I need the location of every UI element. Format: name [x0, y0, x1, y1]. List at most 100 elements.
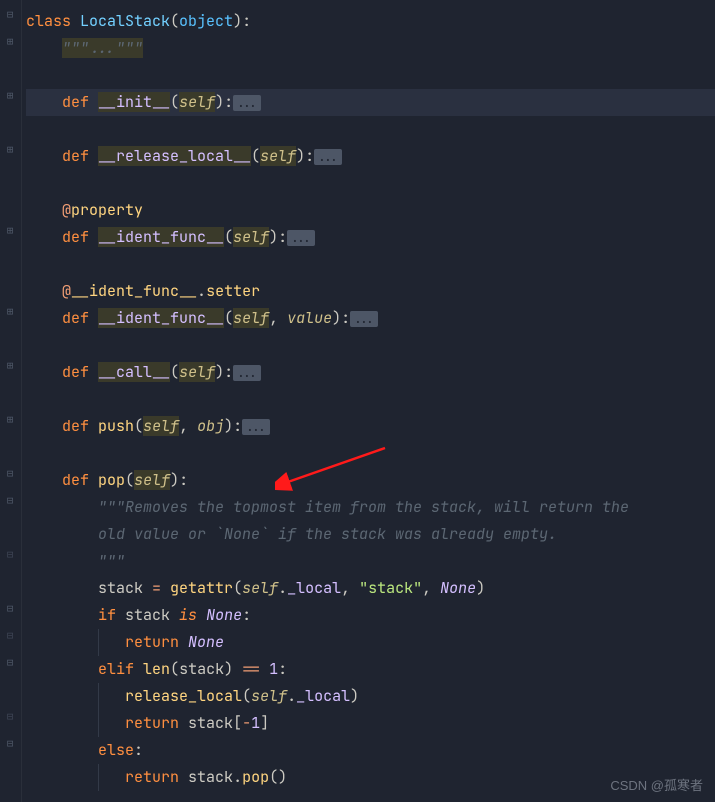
code-line[interactable]: def push(self, obj):...	[26, 413, 715, 440]
operator: -	[242, 713, 251, 733]
code-line[interactable]: def __init__(self):...	[26, 89, 715, 116]
fold-icon[interactable]	[4, 712, 16, 724]
fold-ellipsis[interactable]: ...	[233, 365, 261, 381]
method-name: __init__	[98, 92, 170, 112]
code-line[interactable]: def __release_local__(self):...	[26, 143, 715, 170]
punct: (	[170, 362, 179, 382]
identifier: stack	[188, 767, 233, 787]
operator: =	[152, 578, 170, 598]
code-line[interactable]: """Removes the topmost item from the sta…	[26, 494, 715, 521]
code-line[interactable]: @property	[26, 197, 715, 224]
code-line[interactable]: return None	[26, 629, 715, 656]
fold-icon[interactable]	[4, 37, 16, 49]
punct: (	[224, 227, 233, 247]
keyword: class	[26, 11, 80, 31]
code-line[interactable]: def pop(self):	[26, 467, 715, 494]
code-line[interactable]: return stack[-1]	[26, 710, 715, 737]
operator: ==	[242, 659, 269, 679]
punct: (	[170, 11, 179, 31]
builtin: object	[179, 11, 233, 31]
punct: ):	[170, 470, 188, 490]
code-line[interactable]: def __ident_func__(self):...	[26, 224, 715, 251]
number: 1	[269, 659, 278, 679]
fold-icon[interactable]	[4, 496, 16, 508]
code-line[interactable]: @__ident_func__.setter	[26, 278, 715, 305]
code-line[interactable]	[26, 116, 715, 143]
code-line[interactable]: """	[26, 548, 715, 575]
code-line[interactable]: def __call__(self):...	[26, 359, 715, 386]
fold-icon[interactable]	[4, 307, 16, 319]
code-line[interactable]	[26, 386, 715, 413]
fold-icon[interactable]	[4, 469, 16, 481]
code-line[interactable]	[26, 62, 715, 89]
fold-ellipsis[interactable]: ...	[314, 149, 342, 165]
param: value	[287, 308, 332, 328]
fold-icon[interactable]	[4, 145, 16, 157]
param: obj	[197, 416, 224, 436]
identifier: stack	[179, 659, 224, 679]
code-line[interactable]: """..."""	[26, 35, 715, 62]
punct: ()	[269, 767, 287, 787]
punct: )	[350, 686, 359, 706]
punct: (	[233, 578, 242, 598]
identifier: stack	[125, 605, 179, 625]
keyword: def	[62, 92, 98, 112]
fold-icon[interactable]	[4, 550, 16, 562]
fold-icon[interactable]	[4, 361, 16, 373]
method-name: push	[98, 416, 134, 436]
method-name: __ident_func__	[98, 308, 224, 328]
number: 1	[251, 713, 260, 733]
punct: ,	[422, 578, 440, 598]
punct: .	[197, 281, 206, 301]
fold-ellipsis[interactable]: ...	[89, 38, 116, 58]
fold-ellipsis[interactable]: ...	[242, 419, 270, 435]
keyword: def	[62, 470, 98, 490]
punct: ):	[215, 362, 233, 382]
keyword: return	[125, 632, 188, 652]
fold-icon[interactable]	[4, 91, 16, 103]
keyword: is	[179, 605, 206, 625]
keyword: def	[62, 308, 98, 328]
fold-icon[interactable]	[4, 739, 16, 751]
code-line[interactable]	[26, 251, 715, 278]
code-line[interactable]: stack = getattr(self._local, "stack", No…	[26, 575, 715, 602]
code-line[interactable]: else:	[26, 737, 715, 764]
keyword: def	[62, 227, 98, 247]
keyword: def	[62, 146, 98, 166]
keyword: return	[125, 713, 188, 733]
param-self: self	[179, 362, 215, 382]
code-line[interactable]: release_local(self._local)	[26, 683, 715, 710]
fold-icon[interactable]	[4, 10, 16, 22]
code-area[interactable]: class LocalStack(object): """...""" def …	[22, 0, 715, 802]
code-line[interactable]: elif len(stack) == 1:	[26, 656, 715, 683]
function-call: len	[143, 659, 170, 679]
code-line[interactable]: def __ident_func__(self, value):...	[26, 305, 715, 332]
fold-icon[interactable]	[4, 604, 16, 616]
fold-icon[interactable]	[4, 631, 16, 643]
fold-ellipsis[interactable]: ...	[287, 230, 315, 246]
fold-ellipsis[interactable]: ...	[350, 311, 378, 327]
code-line[interactable]	[26, 440, 715, 467]
code-line[interactable]	[26, 332, 715, 359]
code-line[interactable]: if stack is None:	[26, 602, 715, 629]
decorator-at: @	[62, 281, 71, 301]
code-line[interactable]	[26, 170, 715, 197]
identifier: stack	[98, 578, 152, 598]
attribute: _local	[296, 686, 350, 706]
none-const: None	[206, 605, 242, 625]
code-line[interactable]: old value or `None` if the stack was alr…	[26, 521, 715, 548]
fold-gutter	[0, 0, 22, 802]
punct: ):	[233, 11, 251, 31]
code-editor[interactable]: class LocalStack(object): """...""" def …	[0, 0, 715, 802]
param-self: self	[143, 416, 179, 436]
identifier: stack	[188, 713, 233, 733]
method-name: pop	[98, 470, 125, 490]
code-line[interactable]: class LocalStack(object):	[26, 8, 715, 35]
punct: ):	[332, 308, 350, 328]
fold-icon[interactable]	[4, 658, 16, 670]
fold-icon[interactable]	[4, 226, 16, 238]
fold-ellipsis[interactable]: ...	[233, 95, 261, 111]
watermark: CSDN @孤寒者	[610, 775, 703, 794]
fold-icon[interactable]	[4, 415, 16, 427]
punct: [	[233, 713, 242, 733]
